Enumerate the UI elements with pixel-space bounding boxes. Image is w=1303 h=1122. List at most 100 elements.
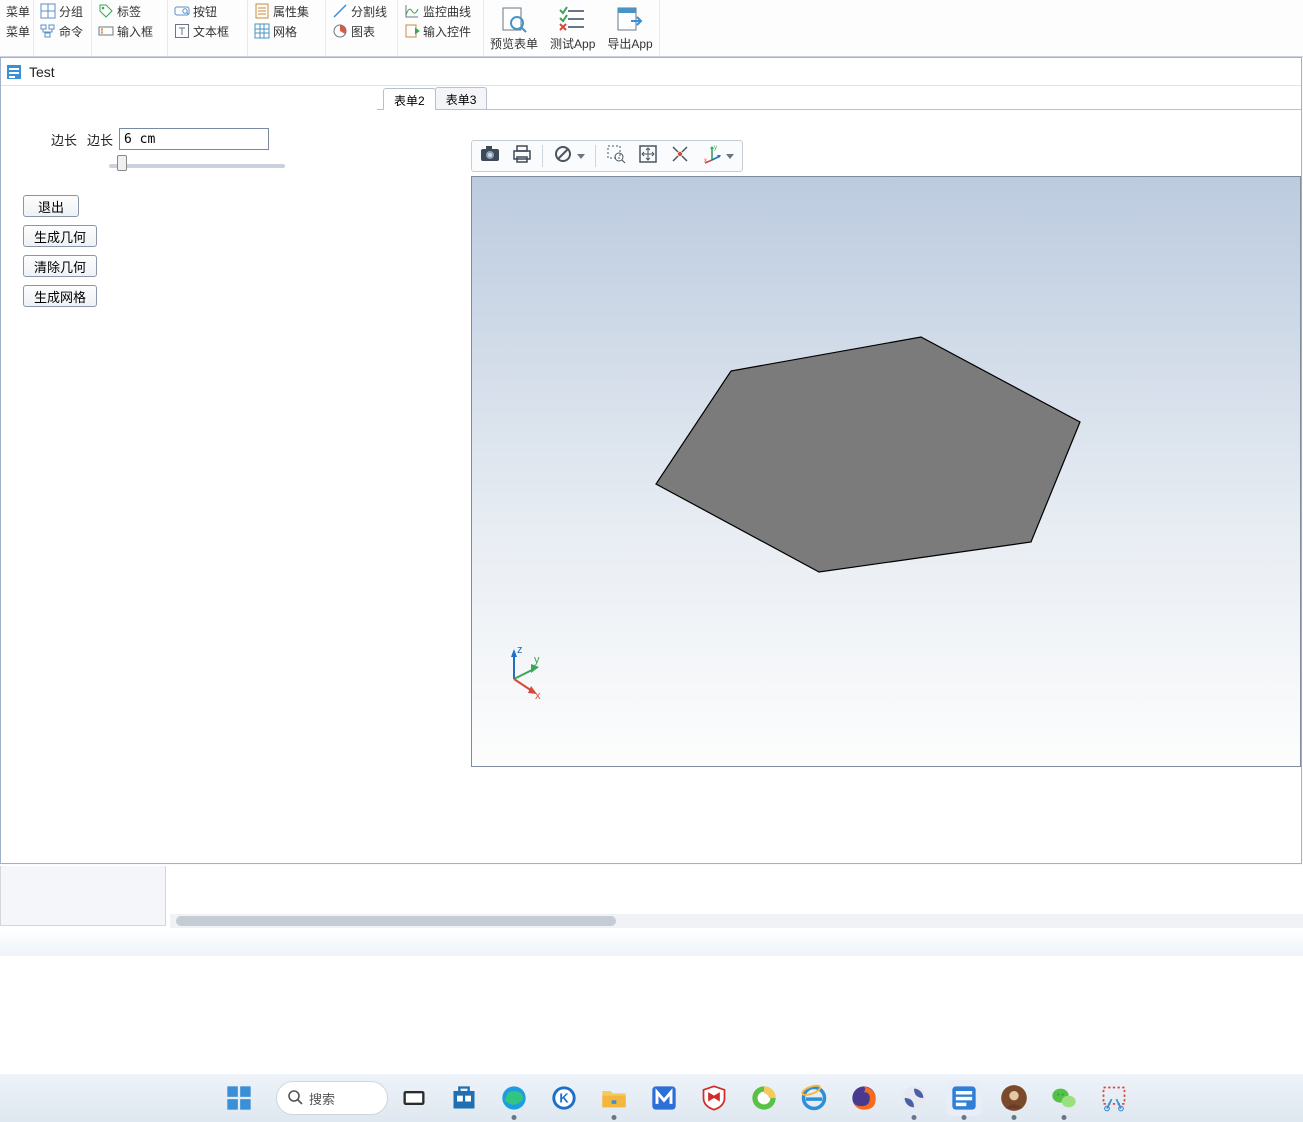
printer-icon <box>511 144 533 169</box>
taskview-icon <box>400 1084 428 1112</box>
ribbon-button-button[interactable]: 按钮 <box>174 2 241 20</box>
ribbon-inputctrl-button[interactable]: 输入控件 <box>404 22 477 40</box>
ribbon-preview-button[interactable]: 预览表单 <box>484 0 544 56</box>
zoom-extents-button[interactable] <box>632 142 664 170</box>
ribbon-menu-item[interactable]: 菜单 <box>6 22 27 40</box>
zoom-cross-icon <box>670 144 690 169</box>
forbid-dropdown[interactable] <box>547 142 591 170</box>
slider-icon <box>404 23 420 39</box>
taskbar-avatar[interactable] <box>996 1080 1032 1116</box>
edge-input[interactable] <box>119 128 269 150</box>
search-icon <box>287 1089 303 1108</box>
chart-icon <box>332 23 348 39</box>
taskbar-comsol[interactable] <box>946 1080 982 1116</box>
taskbar-edge[interactable] <box>496 1080 532 1116</box>
splitter-icon <box>332 3 348 19</box>
camera-icon <box>479 144 501 169</box>
ribbon-cmd-button[interactable]: 命令 <box>40 22 85 40</box>
separator <box>595 145 596 167</box>
tab-form2[interactable]: 表单2 <box>383 88 436 110</box>
taskbar-wechat[interactable] <box>1046 1080 1082 1116</box>
grid-icon <box>40 3 56 19</box>
taskbar: 搜索 K <box>0 1074 1303 1122</box>
taskbar-taskview[interactable] <box>396 1080 432 1116</box>
ribbon-split-button[interactable]: 分割线 <box>332 2 391 20</box>
exit-button[interactable]: 退出 <box>23 195 79 217</box>
ribbon-monitor-button[interactable]: 监控曲线 <box>404 2 477 20</box>
taskbar-mcafee[interactable] <box>696 1080 732 1116</box>
start-button[interactable] <box>218 1077 260 1119</box>
ribbon-export-button[interactable]: 导出App <box>601 0 658 56</box>
taskbar-app-m[interactable] <box>646 1080 682 1116</box>
generate-geometry-button[interactable]: 生成几何 <box>23 225 97 247</box>
ribbon-group-button[interactable]: 分组 <box>40 2 85 20</box>
input-icon <box>98 23 114 39</box>
print-button[interactable] <box>506 142 538 170</box>
textbox-icon <box>174 23 190 39</box>
zoom-box-button[interactable] <box>600 142 632 170</box>
separator <box>542 145 543 167</box>
taskbar-store[interactable] <box>446 1080 482 1116</box>
ribbon-grid-button[interactable]: 网格 <box>254 22 319 40</box>
taskbar-kugou[interactable]: K <box>546 1080 582 1116</box>
k-circle-icon: K <box>550 1084 578 1112</box>
tab-form3[interactable]: 表单3 <box>435 87 488 109</box>
control-panel: 边长 边长 退出 生成几何 清除几何 生成网格 <box>1 86 377 863</box>
checklist-icon <box>557 5 589 33</box>
workspace: Test 边长 边长 退出 生成几何 清除几何 <box>0 57 1303 930</box>
ribbon-input-button[interactable]: 输入框 <box>98 22 161 40</box>
chevron-down-icon <box>726 154 734 159</box>
ie-icon <box>800 1084 828 1112</box>
graphics-toolbar: yx <box>471 140 743 172</box>
ribbon-textbox-button[interactable]: 文本框 <box>174 22 241 40</box>
ribbon: 菜单 菜单 分组 命令 标签 输入框 <box>0 0 1303 57</box>
edge-outer-label: 边长 <box>51 130 77 149</box>
taskbar-search[interactable]: 搜索 <box>276 1081 388 1115</box>
ribbon-menu-item[interactable]: 菜单 <box>6 2 27 20</box>
svg-text:K: K <box>559 1091 569 1106</box>
zoom-selected-button[interactable] <box>664 142 696 170</box>
axes-dropdown[interactable]: yx <box>696 142 740 170</box>
axis-y-label: y <box>534 654 540 666</box>
tree-icon <box>40 23 56 39</box>
ribbon-test-button[interactable]: 测试App <box>544 0 601 56</box>
button-icon <box>174 3 190 19</box>
axis-x-label: x <box>535 690 541 702</box>
clear-geometry-button[interactable]: 清除几何 <box>23 255 97 277</box>
ribbon-propset-button[interactable]: 属性集 <box>254 2 319 20</box>
generate-mesh-button[interactable]: 生成网格 <box>23 285 97 307</box>
edge-label: 边长 <box>87 130 113 149</box>
taskbar-search-label: 搜索 <box>309 1089 335 1108</box>
edge-icon <box>500 1084 528 1112</box>
window-chrome-edge <box>0 932 1303 956</box>
taskbar-360[interactable] <box>746 1080 782 1116</box>
taskbar-chrome-like[interactable] <box>896 1080 932 1116</box>
lower-pane <box>0 866 1303 932</box>
folder-icon <box>600 1084 628 1112</box>
extents-icon <box>638 144 658 169</box>
windows-icon <box>225 1084 253 1112</box>
taskbar-firefox[interactable] <box>846 1080 882 1116</box>
ribbon-chart-button[interactable]: 图表 <box>332 22 391 40</box>
swirl-icon <box>900 1084 928 1112</box>
horizontal-scrollbar[interactable] <box>170 914 1303 928</box>
avatar-icon <box>1000 1084 1028 1112</box>
taskbar-snip[interactable] <box>1096 1080 1132 1116</box>
edge-slider[interactable] <box>109 164 285 168</box>
tag-icon <box>98 3 114 19</box>
snip-icon <box>1100 1084 1128 1112</box>
snapshot-button[interactable] <box>474 142 506 170</box>
taskbar-explorer[interactable] <box>596 1080 632 1116</box>
graphics-canvas[interactable]: z y x <box>471 176 1301 767</box>
shield-m-icon <box>700 1084 728 1112</box>
form-icon <box>5 63 23 81</box>
browser-green-icon <box>750 1084 778 1112</box>
tab-content: yx z <box>377 110 1301 863</box>
ribbon-tag-button[interactable]: 标签 <box>98 2 161 20</box>
window-titlebar[interactable]: Test <box>1 58 1301 86</box>
mesh-icon <box>254 23 270 39</box>
export-icon <box>614 5 646 33</box>
taskbar-ie[interactable] <box>796 1080 832 1116</box>
m-app-icon <box>650 1084 678 1112</box>
propset-icon <box>254 3 270 19</box>
